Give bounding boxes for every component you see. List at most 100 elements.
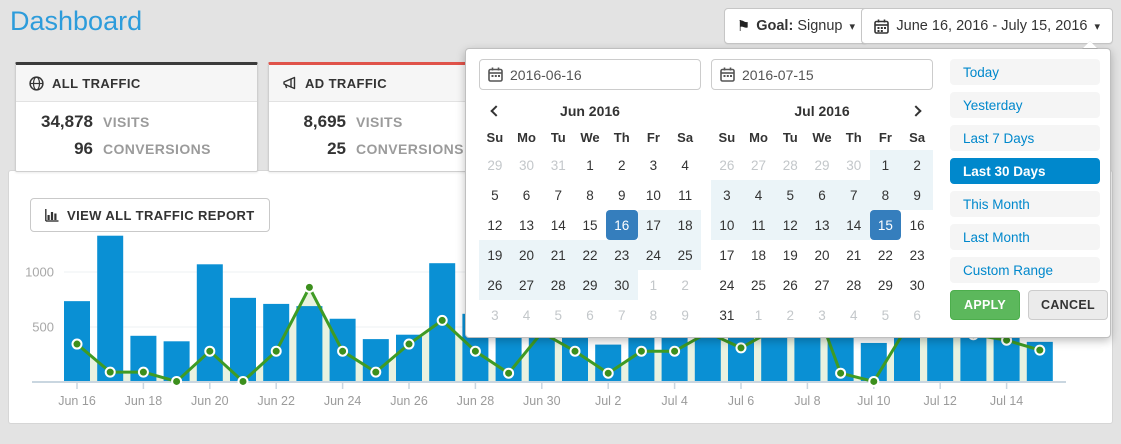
calendar-day[interactable]: 14	[838, 210, 870, 240]
goal-dropdown-button[interactable]: ⚑ Goal: Signup ▾	[724, 8, 868, 44]
range-item-this-month[interactable]: This Month	[950, 191, 1100, 217]
calendar-day[interactable]: 13	[806, 210, 838, 240]
calendar-day[interactable]: 14	[542, 210, 574, 240]
calendar-day[interactable]: 31	[542, 150, 574, 180]
calendar-day[interactable]: 4	[669, 150, 701, 180]
calendar-day[interactable]: 4	[511, 300, 543, 330]
calendar-day[interactable]: 22	[870, 240, 902, 270]
calendar-day[interactable]: 17	[711, 240, 743, 270]
calendar-day[interactable]: 12	[774, 210, 806, 240]
calendar-day[interactable]: 26	[711, 150, 743, 180]
calendar-day[interactable]: 29	[479, 150, 511, 180]
calendar-day[interactable]: 27	[511, 270, 543, 300]
calendar-day[interactable]: 6	[574, 300, 606, 330]
calendar-day[interactable]: 18	[669, 210, 701, 240]
calendar-day[interactable]: 1	[870, 150, 902, 180]
range-item-last-7-days[interactable]: Last 7 Days	[950, 125, 1100, 151]
range-item-yesterday[interactable]: Yesterday	[950, 92, 1100, 118]
calendar-day[interactable]: 2	[669, 270, 701, 300]
calendar-day[interactable]: 2	[774, 300, 806, 330]
view-all-traffic-report-button[interactable]: VIEW ALL TRAFFIC REPORT	[30, 198, 270, 232]
calendar-day[interactable]: 18	[743, 240, 775, 270]
calendar-day[interactable]: 30	[511, 150, 543, 180]
end-date-input[interactable]	[711, 59, 933, 90]
range-item-custom-range[interactable]: Custom Range	[950, 257, 1100, 283]
calendar-day[interactable]: 5	[774, 180, 806, 210]
calendar-day[interactable]: 15	[574, 210, 606, 240]
calendar-day[interactable]: 7	[606, 300, 638, 330]
calendar-day[interactable]: 8	[638, 300, 670, 330]
calendar-day[interactable]: 13	[511, 210, 543, 240]
calendar-day[interactable]: 9	[606, 180, 638, 210]
calendar-day[interactable]: 21	[838, 240, 870, 270]
calendar-day[interactable]: 23	[901, 240, 933, 270]
calendar-day[interactable]: 1	[743, 300, 775, 330]
calendar-day[interactable]: 22	[574, 240, 606, 270]
calendar-day[interactable]: 9	[901, 180, 933, 210]
calendar-day[interactable]: 31	[711, 300, 743, 330]
calendar-day[interactable]: 9	[669, 300, 701, 330]
calendar-day-selected[interactable]: 16	[606, 210, 638, 240]
calendar-day[interactable]: 26	[479, 270, 511, 300]
calendar-day[interactable]: 16	[901, 210, 933, 240]
calendar-day[interactable]: 6	[901, 300, 933, 330]
calendar-day[interactable]: 3	[638, 150, 670, 180]
calendar-day[interactable]: 29	[806, 150, 838, 180]
calendar-day[interactable]: 5	[479, 180, 511, 210]
calendar-day[interactable]: 1	[638, 270, 670, 300]
calendar-day[interactable]: 6	[806, 180, 838, 210]
range-item-last-month[interactable]: Last Month	[950, 224, 1100, 250]
calendar-day[interactable]: 26	[774, 270, 806, 300]
calendar-day[interactable]: 11	[743, 210, 775, 240]
calendar-day[interactable]: 25	[669, 240, 701, 270]
calendar-day[interactable]: 6	[511, 180, 543, 210]
calendar-day[interactable]: 24	[711, 270, 743, 300]
date-range-button[interactable]: June 16, 2016 - July 15, 2016 ▾	[861, 8, 1113, 44]
calendar-day[interactable]: 17	[638, 210, 670, 240]
range-item-last-30-days[interactable]: Last 30 Days	[950, 158, 1100, 184]
calendar-day[interactable]: 5	[542, 300, 574, 330]
calendar-day[interactable]: 30	[606, 270, 638, 300]
calendar-day[interactable]: 12	[479, 210, 511, 240]
calendar-day[interactable]: 2	[606, 150, 638, 180]
calendar-day[interactable]: 3	[806, 300, 838, 330]
calendar-day[interactable]: 19	[774, 240, 806, 270]
calendar-day[interactable]: 27	[806, 270, 838, 300]
calendar-day[interactable]: 8	[574, 180, 606, 210]
calendar-day[interactable]: 28	[542, 270, 574, 300]
calendar-day[interactable]: 7	[542, 180, 574, 210]
calendar-day[interactable]: 5	[870, 300, 902, 330]
calendar-day[interactable]: 28	[774, 150, 806, 180]
calendar-day[interactable]: 10	[638, 180, 670, 210]
calendar-day[interactable]: 2	[901, 150, 933, 180]
calendar-day[interactable]: 29	[870, 270, 902, 300]
calendar-day[interactable]: 30	[838, 150, 870, 180]
calendar-day[interactable]: 23	[606, 240, 638, 270]
calendar-day[interactable]: 28	[838, 270, 870, 300]
calendar-day[interactable]: 7	[838, 180, 870, 210]
calendar-day[interactable]: 24	[638, 240, 670, 270]
calendar-day[interactable]: 30	[901, 270, 933, 300]
calendar-day[interactable]: 1	[574, 150, 606, 180]
calendar-day[interactable]: 19	[479, 240, 511, 270]
calendar-day[interactable]: 10	[711, 210, 743, 240]
calendar-day[interactable]: 8	[870, 180, 902, 210]
calendar-day[interactable]: 29	[574, 270, 606, 300]
calendar-day[interactable]: 4	[743, 180, 775, 210]
calendar-day[interactable]: 20	[806, 240, 838, 270]
calendar-day-selected[interactable]: 15	[870, 210, 902, 240]
calendar-day[interactable]: 27	[743, 150, 775, 180]
calendar-day[interactable]: 4	[838, 300, 870, 330]
start-date-input[interactable]	[479, 59, 701, 90]
calendar-day[interactable]: 3	[711, 180, 743, 210]
calendar-day[interactable]: 21	[542, 240, 574, 270]
next-month-button[interactable]	[902, 99, 933, 123]
range-item-today[interactable]: Today	[950, 59, 1100, 85]
cancel-button[interactable]: CANCEL	[1028, 290, 1108, 320]
calendar-day[interactable]: 20	[511, 240, 543, 270]
prev-month-button[interactable]	[479, 99, 510, 123]
calendar-day[interactable]: 3	[479, 300, 511, 330]
calendar-day[interactable]: 25	[743, 270, 775, 300]
apply-button[interactable]: APPLY	[950, 290, 1020, 320]
calendar-day[interactable]: 11	[669, 180, 701, 210]
